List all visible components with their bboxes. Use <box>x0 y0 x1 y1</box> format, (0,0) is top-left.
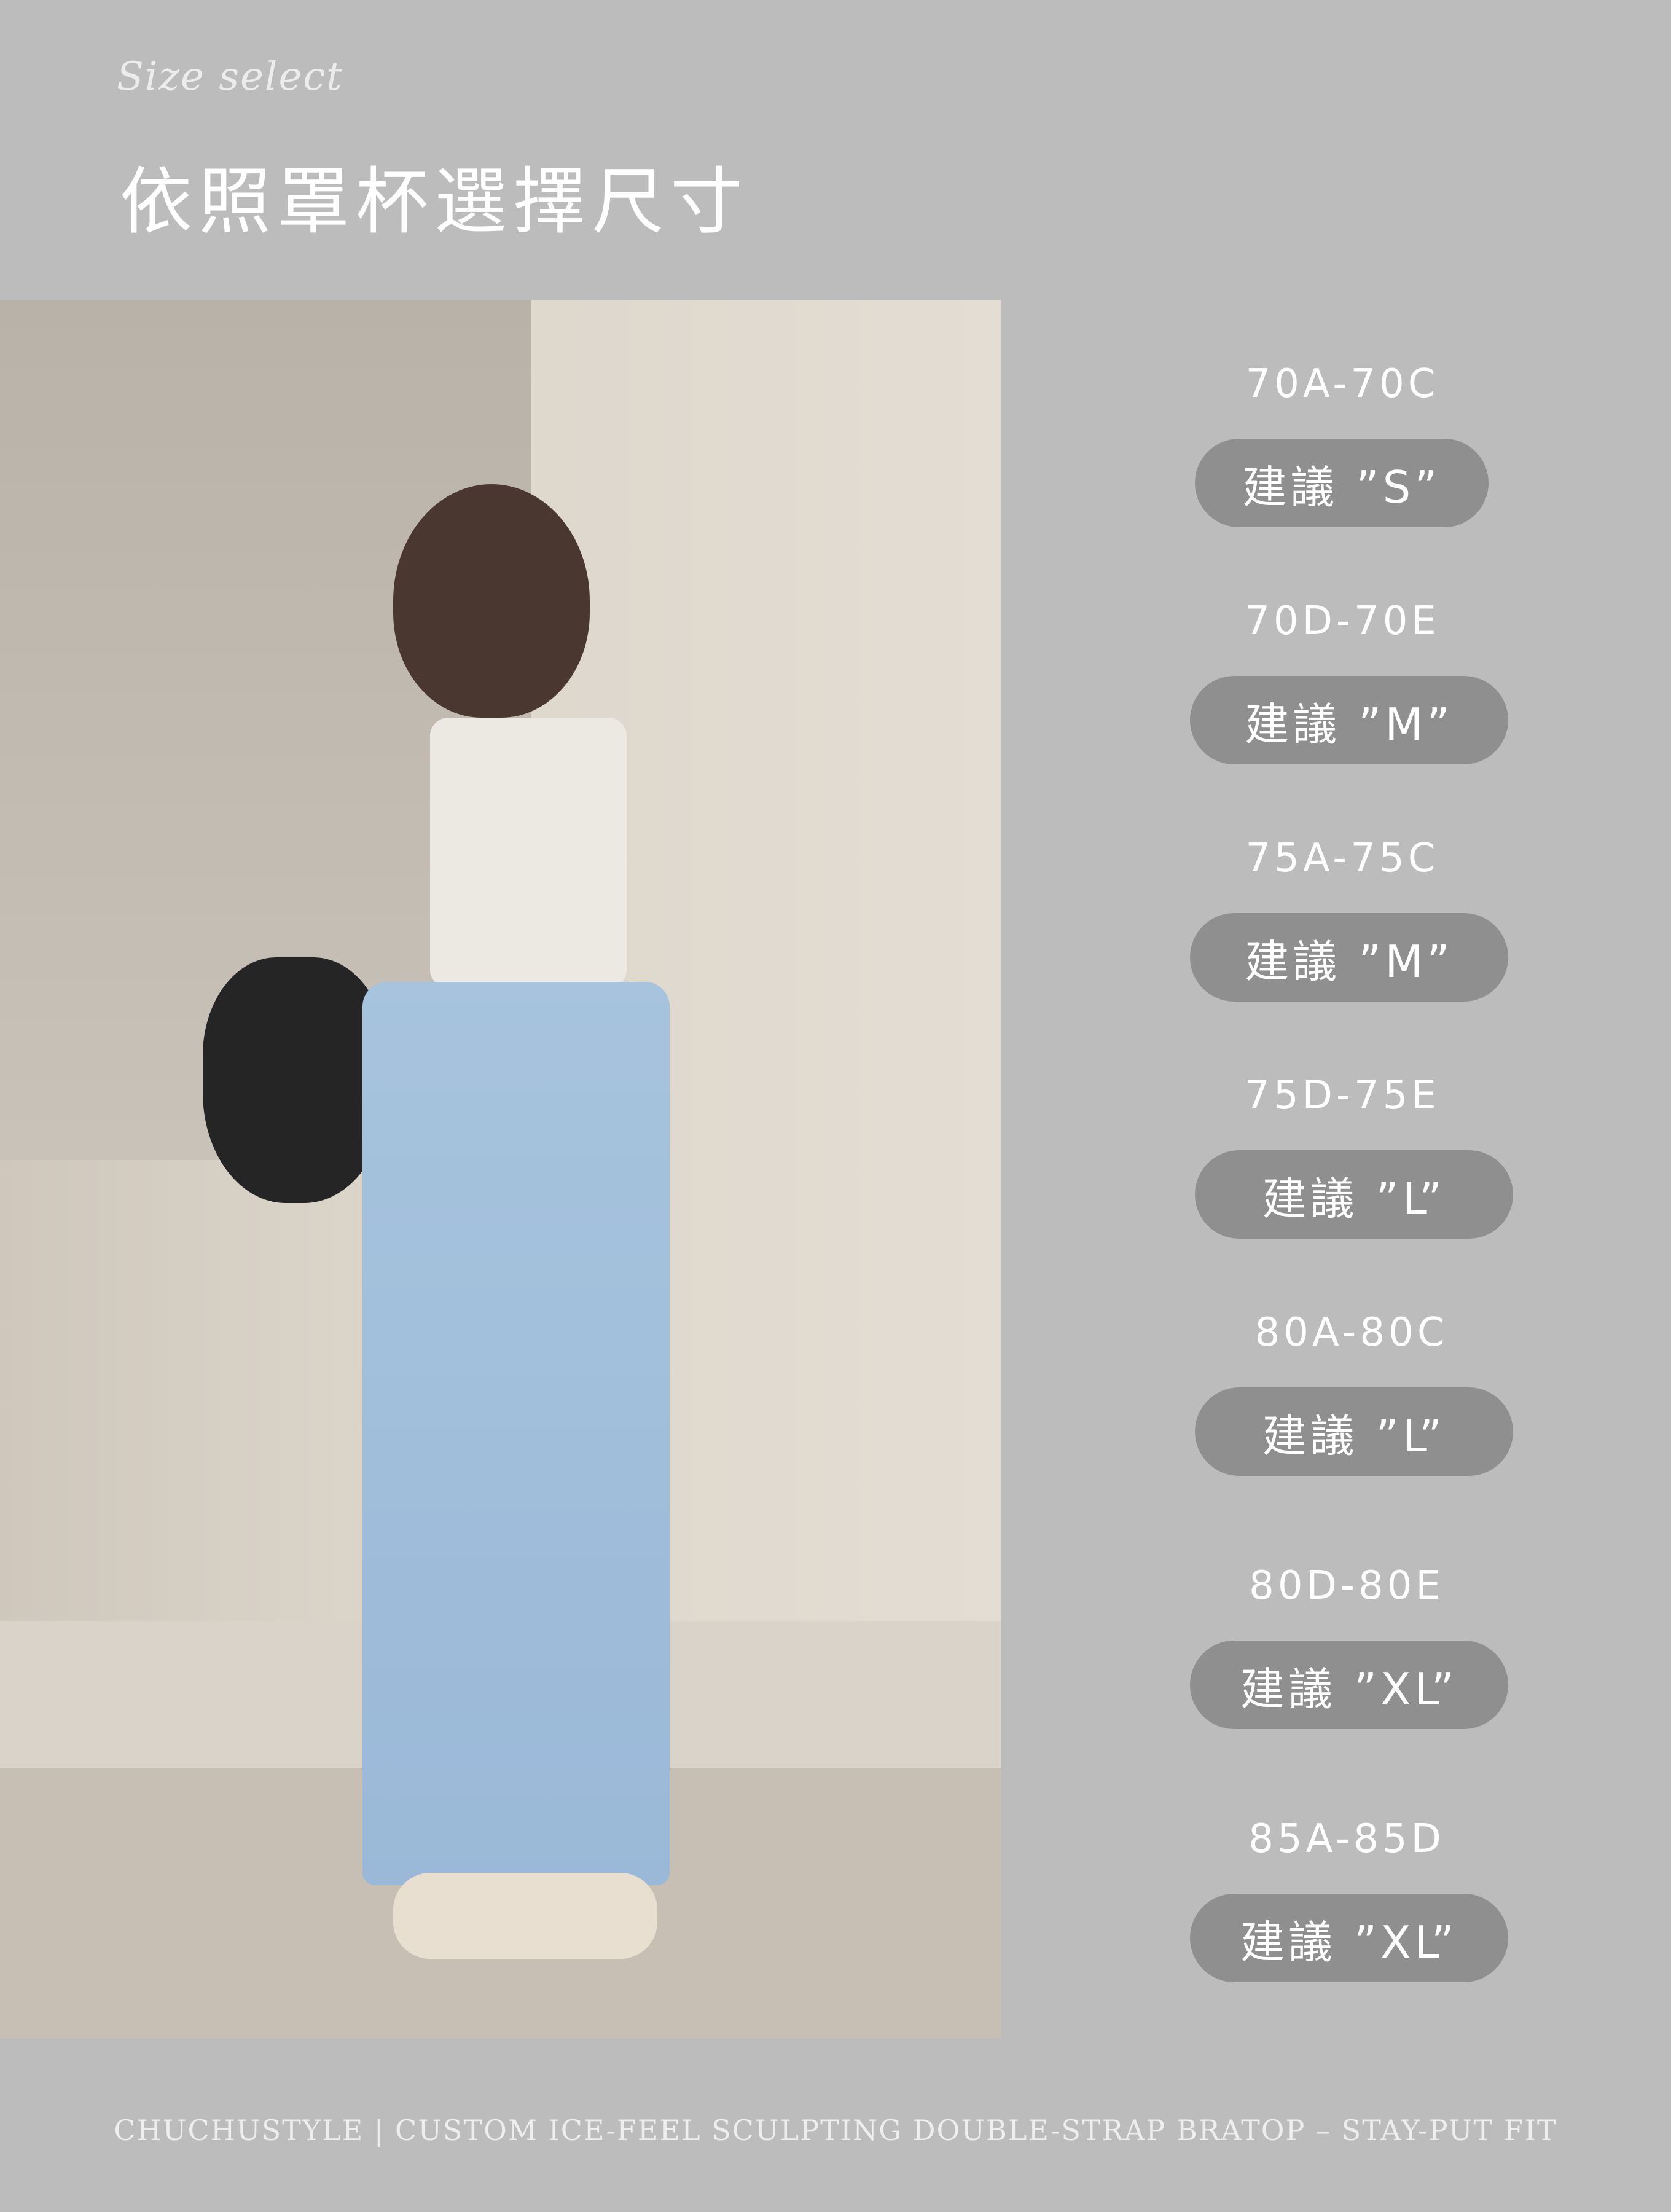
photo-model-jeans <box>362 982 670 1885</box>
size-suggestion-pill: 建議 ”S” <box>1195 439 1489 527</box>
size-suggestion-pill: 建議 ”L” <box>1195 1150 1513 1239</box>
size-range: 80D-80E <box>1249 1563 1444 1609</box>
size-range: 85A-85D <box>1248 1816 1445 1862</box>
photo-model-hair <box>393 484 590 718</box>
size-suggestion-pill: 建議 ”M” <box>1190 913 1508 1002</box>
size-range: 70A-70C <box>1245 361 1439 407</box>
header: Size select 依照罩杯選擇尺寸 <box>0 0 1671 300</box>
size-suggestion-pill: 建議 ”M” <box>1190 676 1508 764</box>
script-subtitle: Size select <box>117 54 343 100</box>
photo-model-sandals <box>393 1873 657 1959</box>
size-range: 70D-70E <box>1245 598 1440 644</box>
photo-handbag <box>203 957 387 1203</box>
page-title: 依照罩杯選擇尺寸 <box>120 159 749 244</box>
size-range: 75D-75E <box>1245 1073 1440 1118</box>
footer: CHUCHUSTYLE | CUSTOM ICE-FEEL SCULPTING … <box>0 2039 1671 2212</box>
size-suggestion-pill: 建議 ”XL” <box>1190 1894 1508 1982</box>
size-guide-panel: 70A-70C 建議 ”S” 70D-70E 建議 ”M” 75A-75C 建議… <box>1001 300 1671 2039</box>
size-range: 75A-75C <box>1245 836 1439 881</box>
size-range: 80A-80C <box>1254 1310 1449 1355</box>
size-suggestion-pill: 建議 ”XL” <box>1190 1641 1508 1729</box>
footer-brand-text: CHUCHUSTYLE | CUSTOM ICE-FEEL SCULPTING … <box>114 2114 1557 2147</box>
size-suggestion-pill: 建議 ”L” <box>1195 1387 1513 1476</box>
photo-model-bratop <box>430 718 627 988</box>
model-photo <box>0 300 1001 2039</box>
